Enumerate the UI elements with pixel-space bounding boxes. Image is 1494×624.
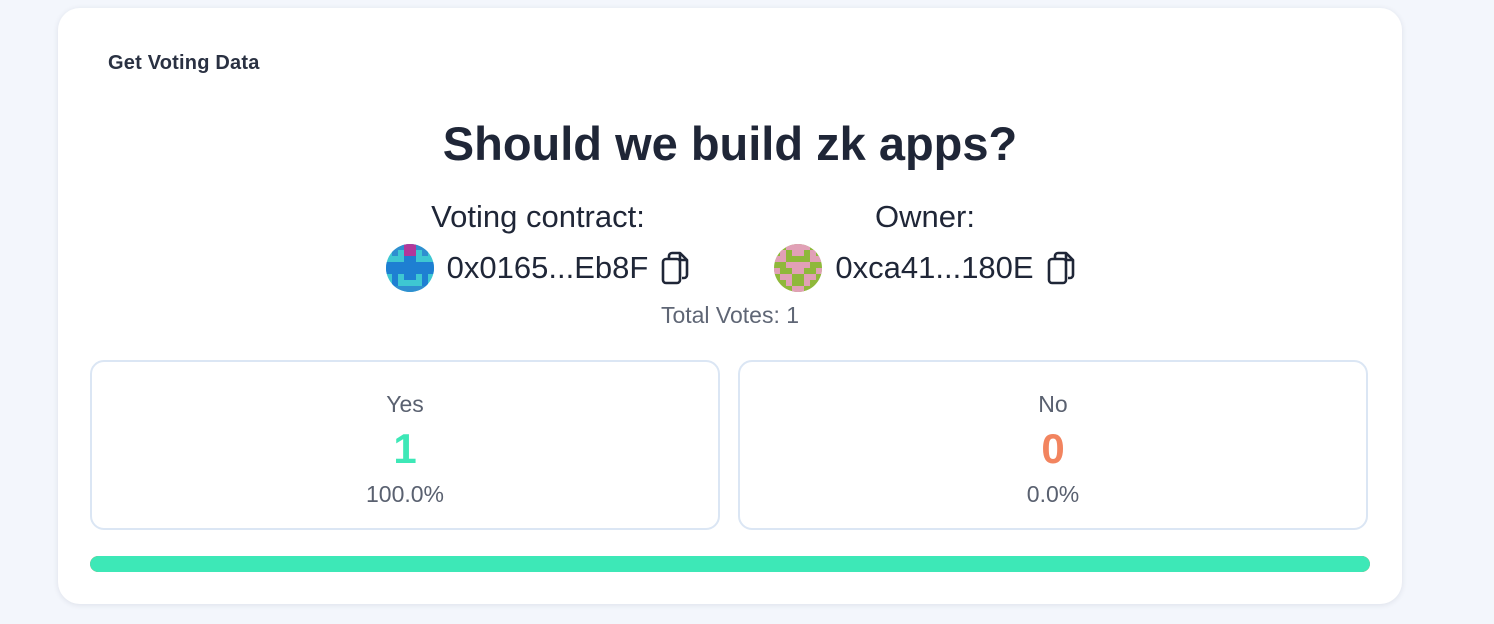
card-label: Get Voting Data	[108, 52, 260, 74]
contract-address: 0x0165...Eb8F	[446, 250, 649, 285]
vote-no-percent: 0.0%	[1026, 481, 1080, 507]
owner-address: 0xca41...180E	[835, 250, 1034, 285]
contract-info: Voting contract: 0x0165...Eb8F	[380, 198, 696, 293]
vote-yes-label: Yes	[386, 391, 424, 417]
vote-option-no[interactable]: No 0 0.0%	[738, 360, 1368, 530]
voting-card: Get Voting Data Should we build zk apps?…	[58, 8, 1402, 604]
poll-question: Should we build zk apps?	[442, 117, 1018, 170]
copy-owner-address-icon[interactable]	[1046, 251, 1076, 285]
owner-identicon-icon	[774, 244, 823, 292]
contract-title: Voting contract:	[431, 199, 645, 234]
contract-address-row: 0x0165...Eb8F	[380, 243, 696, 293]
vote-yes-count: 1	[393, 425, 417, 472]
vote-no-count: 0	[1041, 425, 1065, 472]
total-votes: Total Votes: 1	[660, 302, 800, 328]
contract-identicon-icon	[385, 244, 434, 292]
vote-option-yes[interactable]: Yes 1 100.0%	[90, 360, 720, 530]
vote-no-label: No	[1038, 391, 1068, 417]
owner-title: Owner:	[875, 199, 975, 234]
vote-progress-bar	[90, 556, 1370, 572]
owner-address-row: 0xca41...180E	[770, 243, 1080, 293]
vote-progress-fill-yes	[90, 556, 1370, 572]
vote-yes-percent: 100.0%	[365, 481, 444, 507]
owner-info: Owner: 0xca41...180E	[770, 198, 1080, 293]
copy-contract-address-icon[interactable]	[660, 251, 690, 285]
